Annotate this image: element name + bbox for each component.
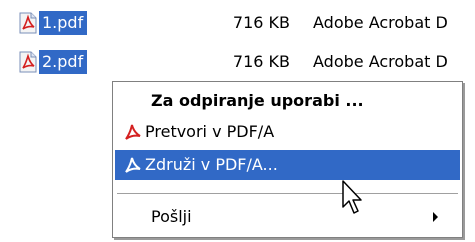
file-name[interactable]: 1.pdf <box>39 11 88 35</box>
menu-item-send-to[interactable]: Pošlji <box>115 202 460 232</box>
menu-item-label: Za odpiranje uporabi ... <box>151 91 364 110</box>
file-row-1[interactable]: 1.pdf 716 KB Adobe Acrobat D <box>0 8 475 39</box>
file-size: 716 KB <box>232 52 290 71</box>
file-name[interactable]: 2.pdf <box>39 50 88 74</box>
menu-item-open-with[interactable]: Za odpiranje uporabi ... <box>115 86 460 116</box>
file-type: Adobe Acrobat D <box>313 13 448 32</box>
acrobat-icon <box>125 157 141 173</box>
pdf-file-icon <box>19 51 37 73</box>
menu-item-label: Pretvori v PDF/A <box>145 122 275 141</box>
menu-item-convert-pdfa[interactable]: Pretvori v PDF/A <box>115 117 460 147</box>
menu-separator <box>117 193 458 194</box>
file-type: Adobe Acrobat D <box>313 52 448 71</box>
menu-item-label: Pošlji <box>151 207 192 226</box>
context-menu: Za odpiranje uporabi ... Pretvori v PDF/… <box>112 81 463 238</box>
mouse-pointer-icon <box>342 180 362 214</box>
pdf-file-icon <box>19 12 37 34</box>
file-size: 716 KB <box>232 13 290 32</box>
menu-item-merge-pdfa[interactable]: Združi v PDF/A... <box>115 150 460 180</box>
file-row-2[interactable]: 2.pdf 716 KB Adobe Acrobat D <box>0 47 475 78</box>
submenu-arrow-icon <box>433 212 438 222</box>
acrobat-icon <box>125 124 141 140</box>
menu-item-label: Združi v PDF/A... <box>145 155 278 174</box>
